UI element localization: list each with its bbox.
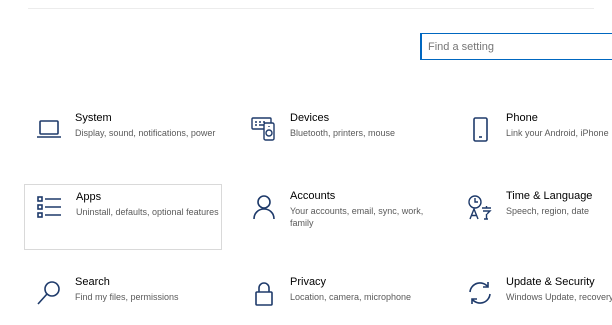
sync-icon: [465, 278, 495, 308]
tile-title: Devices: [290, 112, 330, 124]
tile-title: Update & Security: [506, 276, 595, 288]
tile-accounts[interactable]: Accounts Your accounts, email, sync, wor…: [239, 184, 437, 250]
phone-icon: [465, 114, 495, 144]
settings-home: System Display, sound, notifications, po…: [0, 0, 612, 325]
tile-system[interactable]: System Display, sound, notifications, po…: [24, 106, 222, 172]
tile-description: Display, sound, notifications, power: [75, 128, 216, 138]
tile-privacy[interactable]: Privacy Location, camera, microphone: [239, 270, 437, 325]
tile-title: Accounts: [290, 190, 336, 202]
tile-update-security[interactable]: Update & Security Windows Update, recove…: [455, 270, 612, 325]
tile-description: Windows Update, recovery, backup: [506, 292, 612, 302]
tile-title: Time & Language: [506, 190, 593, 202]
tile-search[interactable]: Search Find my files, permissions: [24, 270, 222, 325]
apps-icon: [35, 193, 65, 223]
tile-phone[interactable]: Phone Link your Android, iPhone: [455, 106, 612, 172]
language-icon: [465, 192, 495, 222]
tile-description: Find my files, permissions: [75, 292, 179, 302]
search-box[interactable]: [420, 33, 612, 60]
tile-title: Apps: [76, 191, 102, 203]
tile-time-language[interactable]: Time & Language Speech, region, date: [455, 184, 612, 250]
search-icon: [34, 278, 64, 308]
lock-icon: [249, 278, 279, 308]
tile-apps[interactable]: Apps Uninstall, defaults, optional featu…: [24, 184, 222, 250]
tile-description: Uninstall, defaults, optional features: [76, 207, 219, 217]
tile-title: Search: [75, 276, 110, 288]
laptop-icon: [34, 114, 64, 144]
tile-title: Privacy: [290, 276, 327, 288]
tile-devices[interactable]: Devices Bluetooth, printers, mouse: [239, 106, 437, 172]
tile-title: System: [75, 112, 112, 124]
tile-description: Link your Android, iPhone: [506, 128, 609, 138]
tile-description: Your accounts, email, sync, work, family: [290, 206, 424, 228]
top-divider: [28, 8, 594, 9]
person-icon: [249, 192, 279, 222]
search-input[interactable]: [422, 34, 612, 59]
tile-description: Location, camera, microphone: [290, 292, 412, 302]
devices-icon: [249, 114, 279, 144]
tile-description: Bluetooth, printers, mouse: [290, 128, 396, 138]
tile-description: Speech, region, date: [506, 206, 590, 216]
tile-title: Phone: [506, 112, 538, 124]
